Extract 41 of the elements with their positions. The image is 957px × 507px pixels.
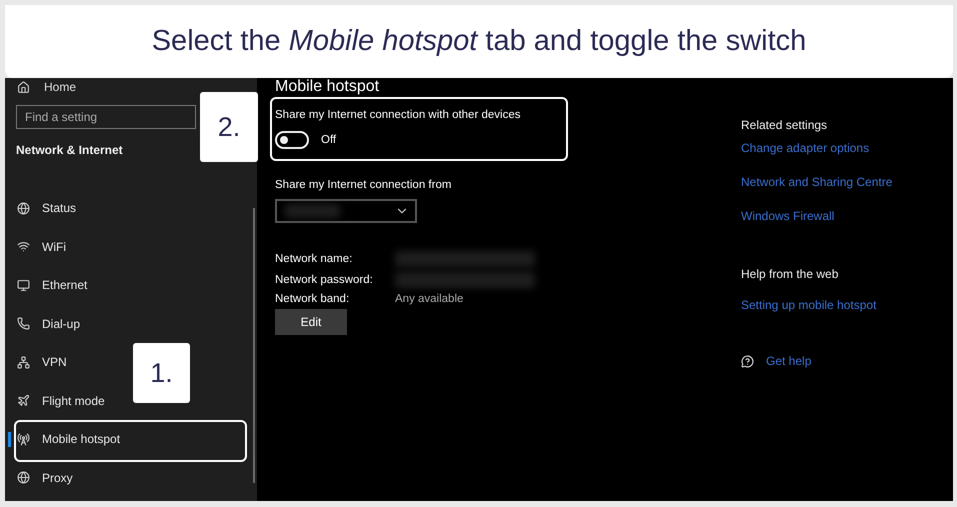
toggle-switch[interactable] [275, 131, 309, 149]
connection-dropdown[interactable] [275, 199, 417, 223]
sidebar-item[interactable]: WiFi [42, 240, 66, 254]
sidebar-item[interactable]: Proxy [42, 470, 73, 485]
property-label: Network band: [275, 293, 350, 305]
search-field[interactable]: Find a setting [16, 105, 196, 129]
monitor-icon [17, 278, 30, 292]
section-title: Network & Internet [16, 143, 124, 157]
settings-link[interactable]: Change adapter options [741, 141, 870, 155]
home-link[interactable]: Home [44, 80, 76, 94]
sidebar-item[interactable]: Ethernet [42, 278, 88, 292]
get-help-link[interactable]: Get help [766, 354, 812, 368]
home-icon [17, 80, 30, 94]
settings-link[interactable]: Network and Sharing Centre [741, 175, 892, 189]
toggle-label: Share my Internet connection with other devices [275, 109, 522, 121]
property-label: Network password: [275, 274, 374, 286]
globe-icon [17, 471, 30, 484]
sidebar-item[interactable]: Dial-up [42, 316, 80, 331]
instruction-banner: Select the Mobile hotspot tab and toggle the switch [5, 5, 953, 78]
globe-icon [17, 202, 30, 215]
chat-help-icon [741, 354, 754, 368]
sidebar-item[interactable]: VPN [42, 355, 67, 370]
sidebar-item[interactable]: Mobile hotspot [42, 432, 120, 446]
sidebar-item[interactable]: Status [42, 201, 76, 216]
plane-icon [17, 394, 30, 408]
section-heading: Help from the web [741, 267, 840, 281]
section-heading: Related settings [741, 118, 828, 132]
settings-link[interactable]: Windows Firewall [741, 209, 834, 223]
help-link[interactable]: Setting up mobile hotspot [741, 298, 876, 312]
field-label: Share my Internet connection from [275, 179, 452, 191]
step-number: 1. [133, 343, 190, 403]
radio-tower-icon [17, 432, 30, 446]
network-icon [17, 356, 30, 369]
page-title: Mobile hotspot [275, 78, 380, 95]
phone-icon [17, 317, 30, 330]
toggle-state: Off [321, 134, 336, 146]
property-label: Network name: [275, 253, 354, 265]
sidebar-item[interactable]: Flight mode [42, 394, 105, 408]
property-value: Any available [395, 293, 464, 305]
edit-button[interactable]: Edit [275, 309, 347, 335]
step-number: 2. [200, 92, 258, 162]
